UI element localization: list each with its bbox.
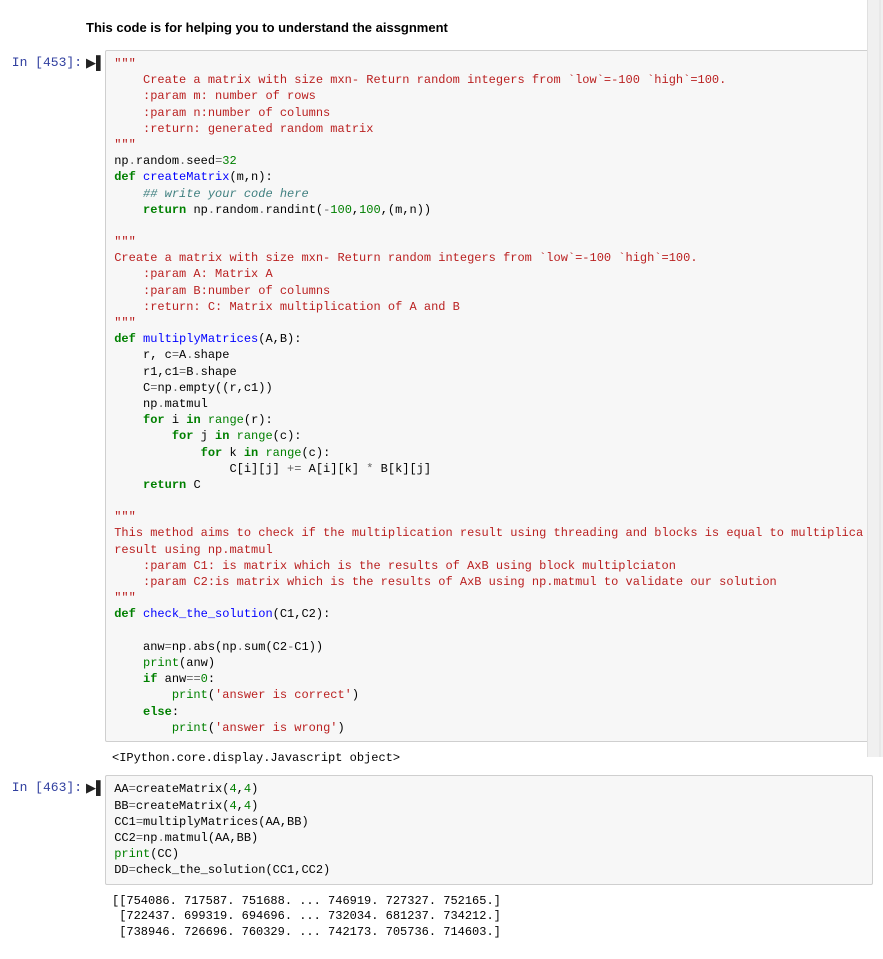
notebook-container: This code is for helping you to understa… bbox=[0, 0, 883, 959]
output-cell: [[754086. 717587. 751688. ... 746919. 72… bbox=[0, 889, 873, 946]
cell-output: [[754086. 717587. 751688. ... 746919. 72… bbox=[104, 889, 873, 946]
run-cell-icon[interactable]: ▶▌ bbox=[86, 780, 105, 796]
cell-output: <IPython.core.display.Javascript object> bbox=[104, 746, 873, 772]
code-input[interactable]: """ Create a matrix with size mxn- Retur… bbox=[105, 50, 873, 742]
input-prompt: In [453]: bbox=[0, 50, 86, 742]
markdown-header: This code is for helping you to understa… bbox=[0, 10, 873, 50]
output-cell: <IPython.core.display.Javascript object> bbox=[0, 746, 873, 772]
run-cell-icon[interactable]: ▶▌ bbox=[86, 55, 105, 71]
input-prompt: In [463]: bbox=[0, 775, 86, 884]
code-cell: In [453]: ▶▌ """ Create a matrix with si… bbox=[0, 50, 873, 742]
code-cell: In [463]: ▶▌ AA=createMatrix(4,4) BB=cre… bbox=[0, 775, 873, 884]
code-input[interactable]: AA=createMatrix(4,4) BB=createMatrix(4,4… bbox=[105, 775, 873, 884]
